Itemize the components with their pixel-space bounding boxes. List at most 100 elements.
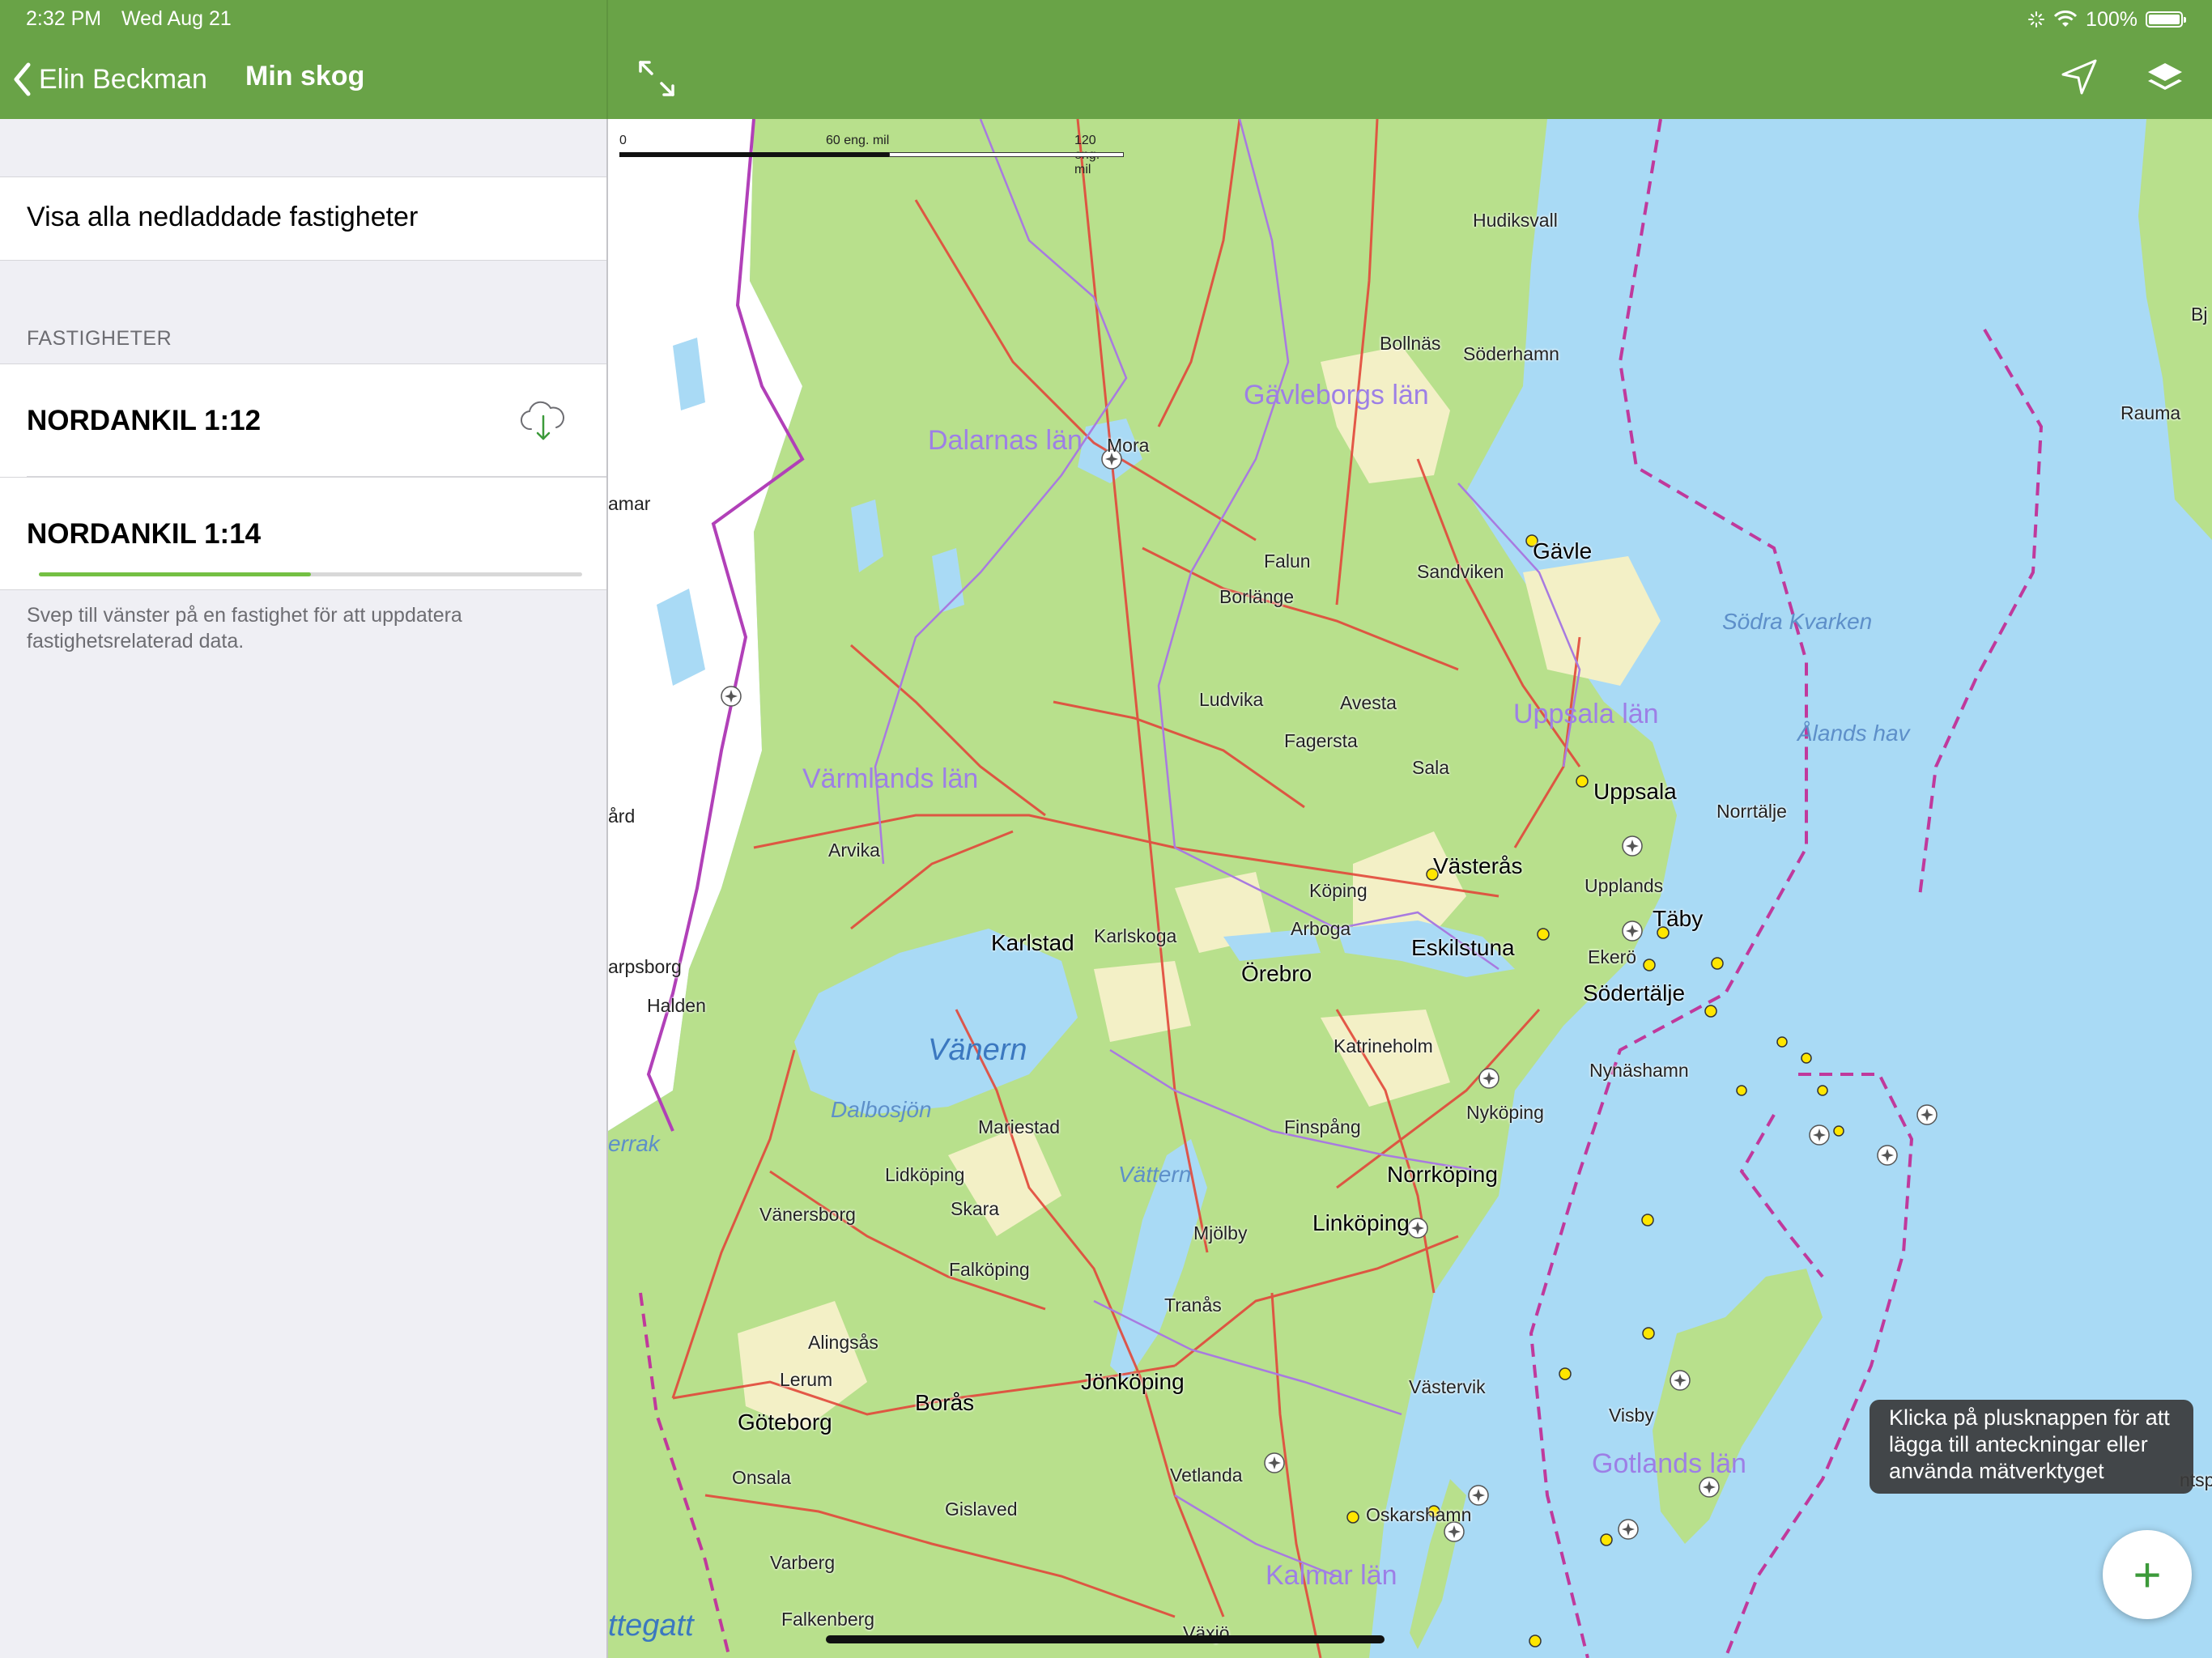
add-button[interactable]: +: [2103, 1530, 2192, 1619]
place-label: amar: [608, 493, 651, 514]
place-label: Köping: [1309, 880, 1368, 901]
status-time: 2:32 PM: [26, 7, 102, 30]
water-label: errak: [608, 1131, 660, 1156]
place-label: Finspång: [1284, 1116, 1361, 1137]
sidebar: Visa alla nedladdade fastigheter FASTIGH…: [0, 119, 606, 1658]
region-label: Kalmar län: [1266, 1560, 1397, 1591]
location-arrow-icon[interactable]: [2059, 57, 2099, 97]
place-label: Täby: [1653, 906, 1704, 931]
back-label: Elin Beckman: [39, 63, 207, 95]
wifi-icon: [2053, 11, 2078, 27]
place-label: Hudiksvall: [1473, 210, 1558, 231]
place-label: Bollnäs: [1380, 333, 1441, 354]
place-label: Falkenberg: [781, 1609, 875, 1630]
home-indicator: [826, 1635, 1385, 1643]
place-label: Alingsås: [808, 1332, 878, 1353]
region-label: Värmlands län: [802, 763, 979, 794]
help-text: Svep till vänster på en fastighet för at…: [27, 604, 462, 653]
place-label: Vetlanda: [1170, 1465, 1243, 1486]
place-label: Karlskoga: [1094, 925, 1177, 946]
back-button[interactable]: Elin Beckman: [13, 57, 207, 102]
place-label: Upplands: [1585, 875, 1664, 896]
property-name: NORDANKIL 1:12: [27, 405, 262, 436]
place-label: Ludvika: [1199, 689, 1264, 710]
download-progress-fill: [39, 572, 311, 576]
place-label: Nynäshamn: [1589, 1060, 1689, 1081]
status-date: Wed Aug 21: [121, 7, 232, 30]
airport-icon: [721, 686, 742, 707]
scale-mid: 60 eng. mil: [826, 134, 890, 147]
airport-icon: [1809, 1124, 1830, 1146]
place-label: Varberg: [770, 1552, 836, 1573]
place-label: Jönköping: [1081, 1369, 1185, 1394]
place-label: Ekerö: [1588, 946, 1637, 967]
place-label: Avesta: [1340, 692, 1397, 713]
place-label: Vänersborg: [759, 1204, 856, 1225]
place-label: arpsborg: [608, 956, 682, 977]
place-label: Eskilstuna: [1411, 935, 1515, 960]
airport-icon: [1622, 920, 1643, 942]
airport-icon: [1877, 1145, 1898, 1166]
place-label: Norrtälje: [1716, 801, 1787, 822]
place-label: Rauma: [2121, 402, 2181, 423]
place-label: Västervik: [1409, 1376, 1486, 1397]
place-label: Gislaved: [945, 1499, 1018, 1520]
place-label: Katrineholm: [1334, 1035, 1433, 1056]
place-label: Arboga: [1291, 918, 1351, 939]
property-name: NORDANKIL 1:14: [27, 518, 262, 550]
place-label: Sandviken: [1417, 561, 1504, 582]
airport-icon: [1699, 1477, 1720, 1498]
place-label: Västerås: [1433, 853, 1523, 878]
place-label: Uppsala: [1593, 779, 1677, 804]
place-label: Borlänge: [1219, 586, 1295, 607]
place-label: Skara: [951, 1198, 1000, 1219]
place-label: Gävle: [1533, 538, 1593, 563]
place-label: Söderhamn: [1463, 343, 1559, 364]
place-label: Lerum: [780, 1369, 833, 1390]
place-label: Sala: [1412, 757, 1450, 778]
scale-bar: [619, 152, 889, 157]
activity-icon: [2028, 11, 2045, 28]
region-label: Gotlands län: [1592, 1448, 1746, 1479]
scale-bar: [889, 152, 1124, 157]
airport-icon: [1264, 1452, 1285, 1473]
airport-icon: [1407, 1218, 1428, 1239]
place-label: Göteborg: [738, 1409, 832, 1435]
place-label: Onsala: [732, 1467, 791, 1488]
place-label: Södertälje: [1583, 980, 1686, 1005]
place-label: Falun: [1264, 551, 1311, 572]
layers-icon[interactable]: [2145, 60, 2185, 97]
place-label: Halden: [647, 995, 706, 1016]
place-label: Norrköping: [1387, 1162, 1498, 1187]
show-all-downloaded-cell[interactable]: Visa alla nedladdade fastigheter: [0, 176, 606, 261]
place-label: Nyköping: [1466, 1102, 1544, 1123]
place-label: Örebro: [1241, 961, 1312, 986]
airport-icon: [1618, 1519, 1639, 1540]
property-row[interactable]: NORDANKIL 1:14: [0, 477, 606, 590]
place-label: Borås: [915, 1390, 975, 1415]
place-label: Fagersta: [1284, 730, 1358, 751]
chevron-left-icon: [14, 62, 31, 96]
place-label: ård: [608, 806, 636, 827]
place-label: Visby: [1609, 1405, 1654, 1426]
airport-icon: [1468, 1485, 1489, 1506]
show-all-label: Visa alla nedladdade fastigheter: [27, 202, 419, 232]
property-row[interactable]: NORDANKIL 1:12: [0, 363, 606, 477]
water-label: ttegatt: [608, 1609, 694, 1643]
gotland-landmass: [1653, 1269, 1823, 1544]
page-title: Min skog: [245, 61, 365, 91]
airport-icon: [1670, 1370, 1691, 1391]
finland-landmass: [2138, 119, 2212, 540]
section-header: FASTIGHETER: [27, 327, 172, 350]
place-label: Tranås: [1164, 1295, 1222, 1316]
hint-tooltip: Klicka på plusknappen för att lägga till…: [1870, 1400, 2193, 1494]
place-label: Mariestad: [978, 1116, 1060, 1137]
water-label: Vänern: [928, 1033, 1027, 1067]
place-label: Oskarshamn: [1366, 1504, 1472, 1525]
water-label: Vättern: [1118, 1162, 1192, 1187]
download-cloud-icon[interactable]: [518, 397, 568, 447]
expand-icon[interactable]: [636, 58, 677, 99]
place-label: Mjölby: [1193, 1222, 1248, 1244]
water-label: Ålands hav: [1797, 721, 1910, 746]
map-scale: 0 60 eng. mil 120 eng. mil: [619, 134, 1124, 176]
